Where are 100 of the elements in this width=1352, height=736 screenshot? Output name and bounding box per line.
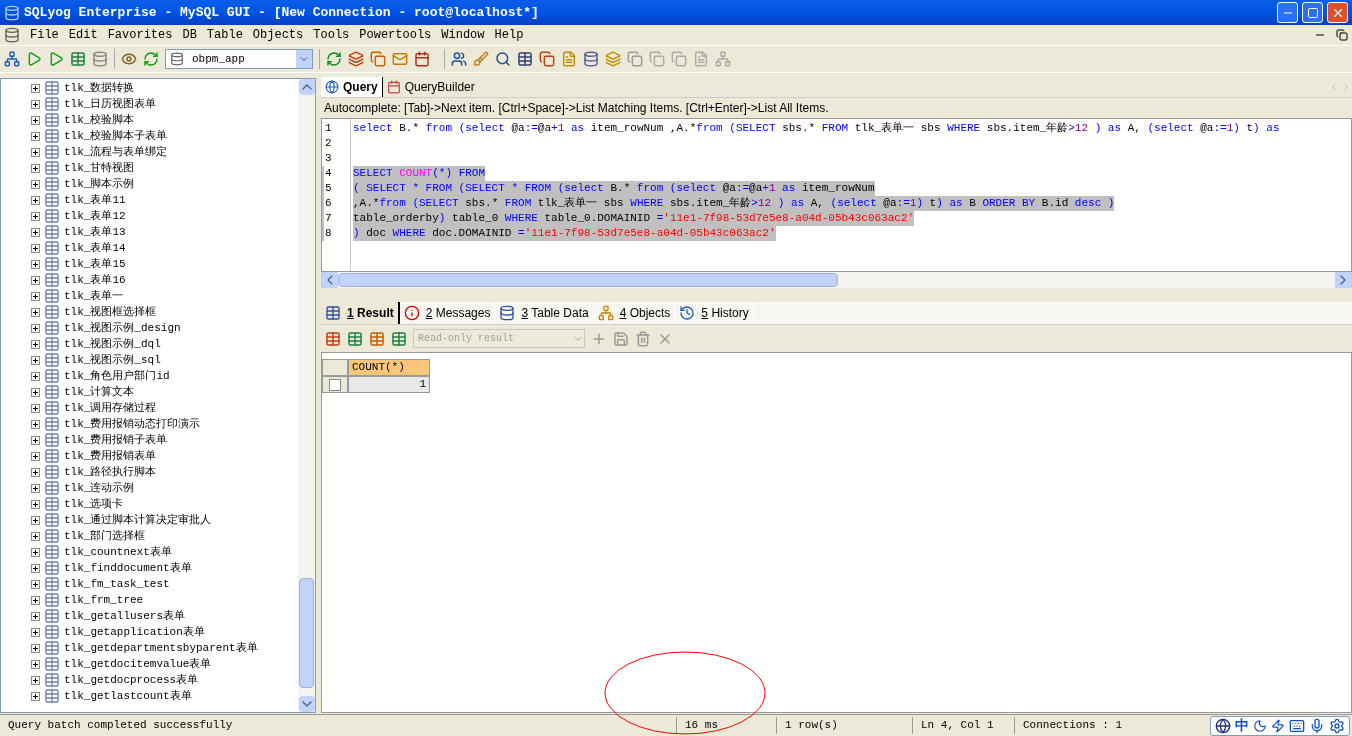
tree-item[interactable]: tlk_数据转换 xyxy=(31,80,298,96)
expand-icon[interactable] xyxy=(31,691,40,701)
tree-item[interactable]: tlk_角色用户部门id xyxy=(31,368,298,384)
tree-item[interactable]: tlk_表单一 xyxy=(31,288,298,304)
execute-all-icon[interactable] xyxy=(48,51,64,67)
expand-icon[interactable] xyxy=(31,307,40,317)
expand-icon[interactable] xyxy=(31,83,40,93)
expand-icon[interactable] xyxy=(31,339,40,349)
tree-item[interactable]: tlk_表单16 xyxy=(31,272,298,288)
tree-item[interactable]: tlk_选项卡 xyxy=(31,496,298,512)
tree-item[interactable]: tlk_表单15 xyxy=(31,256,298,272)
expand-icon[interactable] xyxy=(31,483,40,493)
menu-item[interactable]: Favorites xyxy=(107,26,173,44)
settings-icon[interactable] xyxy=(1329,717,1345,734)
vertical-scrollbar[interactable] xyxy=(298,79,315,712)
tree-item[interactable]: tlk_getdocprocess表单 xyxy=(31,672,298,688)
tree-item[interactable]: tlk_日历视图表单 xyxy=(31,96,298,112)
expand-icon[interactable] xyxy=(31,419,40,429)
moon-icon[interactable] xyxy=(1253,718,1267,733)
expand-icon[interactable] xyxy=(31,99,40,109)
table-icon[interactable] xyxy=(325,330,341,347)
expand-icon[interactable] xyxy=(31,643,40,653)
tree-item[interactable]: tlk_脚本示例 xyxy=(31,176,298,192)
tree-item[interactable]: tlk_视图框选择框 xyxy=(31,304,298,320)
query-tab[interactable]: Query xyxy=(321,77,383,97)
keyboard-icon[interactable] xyxy=(1289,717,1305,734)
tree-item[interactable]: tlk_countnext表单 xyxy=(31,544,298,560)
tree-item[interactable]: tlk_getapplication表单 xyxy=(31,624,298,640)
result-tab[interactable]: 5 History xyxy=(675,302,754,324)
expand-icon[interactable] xyxy=(31,547,40,557)
tree-item[interactable]: tlk_getdepartmentsbyparent表单 xyxy=(31,640,298,656)
expand-icon[interactable] xyxy=(31,211,40,221)
execute-icon[interactable] xyxy=(26,51,42,67)
row-header[interactable] xyxy=(322,376,348,393)
expand-icon[interactable] xyxy=(31,163,40,173)
search-icon[interactable] xyxy=(495,51,511,67)
tree-item[interactable]: tlk_校验脚本子表单 xyxy=(31,128,298,144)
expand-icon[interactable] xyxy=(31,611,40,621)
expand-icon[interactable] xyxy=(31,355,40,365)
tree-item[interactable]: tlk_表单14 xyxy=(31,240,298,256)
expand-icon[interactable] xyxy=(31,243,40,253)
result-tab[interactable]: 3 Table Data xyxy=(495,302,594,324)
menu-item[interactable]: Window xyxy=(441,26,485,44)
scroll-down-icon[interactable] xyxy=(298,696,315,712)
expand-icon[interactable] xyxy=(31,515,40,525)
expand-icon[interactable] xyxy=(31,291,40,301)
expand-icon[interactable] xyxy=(31,675,40,685)
users-icon[interactable] xyxy=(451,51,467,67)
layers-icon[interactable] xyxy=(348,51,364,67)
result-tab[interactable]: 2 Messages xyxy=(399,302,496,324)
mail-icon[interactable] xyxy=(392,51,408,67)
column-header[interactable]: COUNT(*) xyxy=(348,359,430,376)
expand-icon[interactable] xyxy=(31,131,40,141)
scrollbar-thumb[interactable] xyxy=(299,578,314,688)
tree-item[interactable]: tlk_视图示例_sql xyxy=(31,352,298,368)
expand-icon[interactable] xyxy=(31,147,40,157)
tree-item[interactable]: tlk_费用报销子表单 xyxy=(31,432,298,448)
calendar-icon[interactable] xyxy=(414,51,430,67)
copy-icon[interactable] xyxy=(370,51,386,67)
scrollbar-thumb[interactable] xyxy=(338,273,838,287)
tree-item[interactable]: tlk_费用报销表单 xyxy=(31,448,298,464)
tree-item[interactable]: tlk_表单12 xyxy=(31,208,298,224)
tree-item[interactable]: tlk_视图示例_dql xyxy=(31,336,298,352)
table-icon[interactable] xyxy=(347,330,363,347)
expand-icon[interactable] xyxy=(31,467,40,477)
sql-editor[interactable] xyxy=(321,118,1352,272)
microphone-icon[interactable] xyxy=(1309,717,1325,734)
expand-icon[interactable] xyxy=(31,227,40,237)
tree-item[interactable]: tlk_费用报销动态打印演示 xyxy=(31,416,298,432)
tree-item[interactable]: tlk_通过脚本计算决定审批人 xyxy=(31,512,298,528)
expand-icon[interactable] xyxy=(31,563,40,573)
menu-item[interactable]: Tools xyxy=(313,26,350,44)
table-icon[interactable] xyxy=(391,330,407,347)
tree-item[interactable]: tlk_计算文本 xyxy=(31,384,298,400)
refresh-icon[interactable] xyxy=(326,51,342,67)
expand-icon[interactable] xyxy=(31,259,40,269)
scroll-up-icon[interactable] xyxy=(298,79,315,95)
database-icon[interactable] xyxy=(92,51,108,67)
result-tab[interactable]: 4 Objects xyxy=(593,302,676,324)
menu-item[interactable]: Table xyxy=(206,26,243,44)
menu-item[interactable]: Edit xyxy=(68,26,98,44)
tree-item[interactable]: tlk_getdocitemvalue表单 xyxy=(31,656,298,672)
tree-item[interactable]: tlk_甘特视图 xyxy=(31,160,298,176)
expand-icon[interactable] xyxy=(31,371,40,381)
expand-icon[interactable] xyxy=(31,275,40,285)
query-tab[interactable]: QueryBuilder xyxy=(382,77,479,97)
table-icon[interactable] xyxy=(369,330,385,347)
expand-icon[interactable] xyxy=(31,435,40,445)
tree-item[interactable]: tlk_getallusers表单 xyxy=(31,608,298,624)
ime-language[interactable]: 中 xyxy=(1235,715,1249,736)
expand-icon[interactable] xyxy=(31,323,40,333)
expand-icon[interactable] xyxy=(31,531,40,541)
expand-icon[interactable] xyxy=(31,451,40,461)
menu-item[interactable]: Help xyxy=(494,26,524,44)
brush-icon[interactable] xyxy=(473,51,489,67)
row-checkbox[interactable] xyxy=(329,378,341,391)
tree-item[interactable]: tlk_连动示例 xyxy=(31,480,298,496)
tree-item[interactable]: tlk_表单11 xyxy=(31,192,298,208)
tree-item[interactable]: tlk_getlastcount表单 xyxy=(31,688,298,704)
menu-item[interactable]: Objects xyxy=(252,26,304,44)
